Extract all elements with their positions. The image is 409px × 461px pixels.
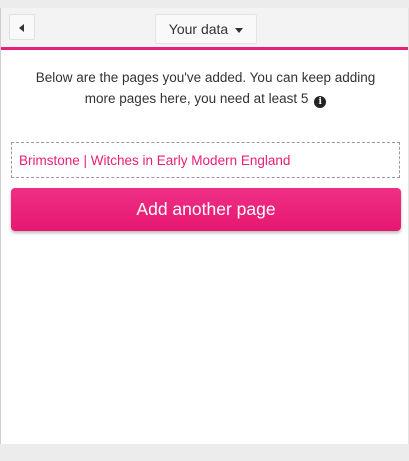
add-page-label: Add another page [136,199,276,219]
page-item-label: Brimstone | Witches in Early Modern Engl… [19,152,291,168]
instructions-text: Below are the pages you've added. You ca… [29,68,382,109]
add-another-page-button[interactable]: Add another page [11,188,401,231]
main-panel: Your data Below are the pages you've add… [0,8,409,444]
your-data-menu-button[interactable]: Your data [155,14,257,44]
caret-left-icon [19,24,24,32]
menu-label: Your data [168,21,229,37]
top-bar: Your data [1,8,408,50]
page-item[interactable]: Brimstone | Witches in Early Modern Engl… [11,142,400,178]
caret-down-icon [235,27,244,33]
back-button[interactable] [9,14,35,40]
info-icon[interactable]: i [314,95,327,108]
